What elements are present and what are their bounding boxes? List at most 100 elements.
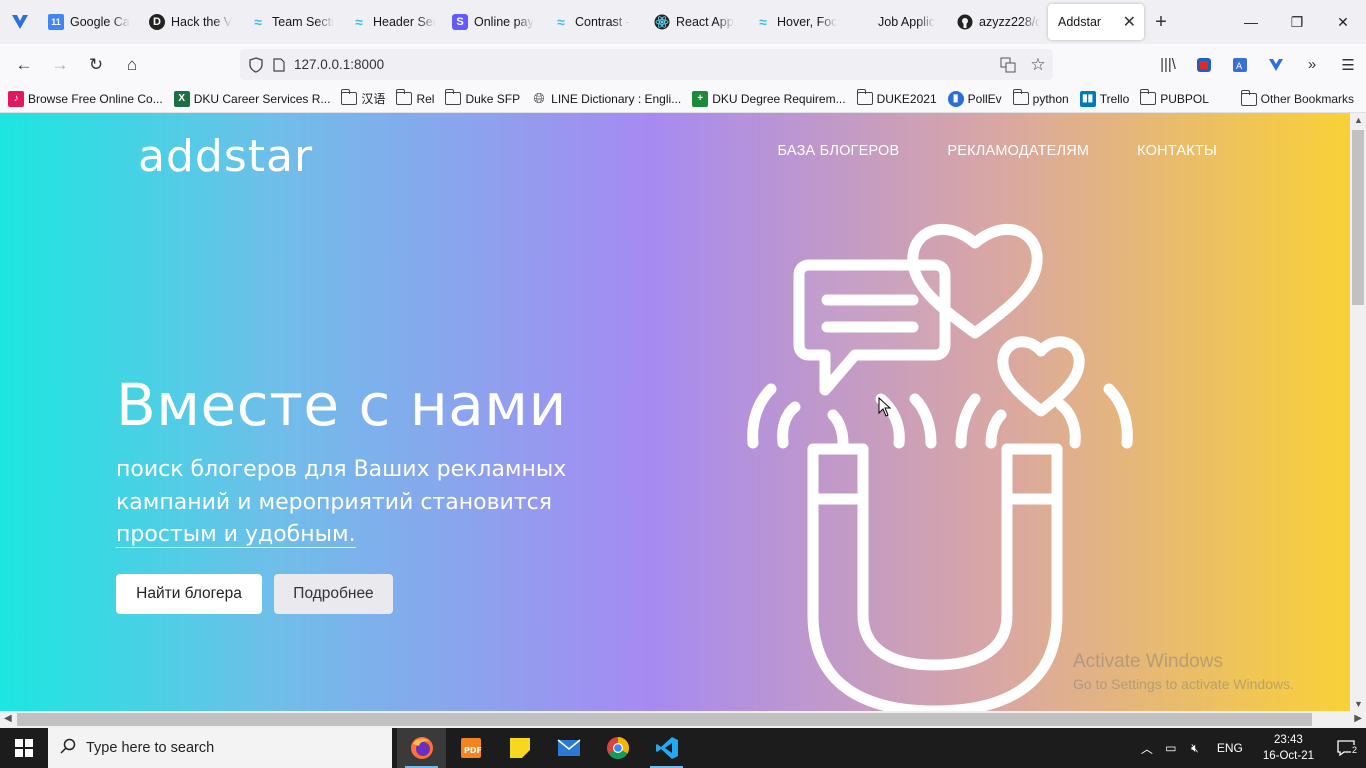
find-blogger-button[interactable]: Найти блогера: [116, 574, 262, 614]
back-arrow-icon[interactable]: ←: [6, 49, 42, 81]
tab-job-application[interactable]: Job Applic: [848, 0, 949, 44]
overflow-chevrons-icon[interactable]: »: [1294, 49, 1330, 81]
stripe-icon: S: [452, 14, 468, 30]
taskbar-chrome[interactable]: [593, 728, 642, 768]
bookmark-item[interactable]: X DKU Career Services R...: [173, 90, 330, 107]
bookmark-item[interactable]: ♪ Browse Free Online Co...: [8, 90, 163, 107]
tailwind-icon: ≈: [355, 14, 363, 30]
windows-taskbar: Type here to search PDF ︿ ▭ 🔇︎ ENG 23:43…: [0, 728, 1366, 768]
hero-subtitle-text: поиск блогеров для Ваших рекламных кампа…: [116, 457, 567, 515]
bookmark-item[interactable]: 🌐︎ LINE Dictionary : Engli...: [531, 90, 682, 107]
scrollbar-thumb[interactable]: [17, 713, 1312, 726]
library-icon[interactable]: |||\: [1150, 49, 1186, 81]
site-logo[interactable]: addstar: [138, 131, 313, 182]
new-tab-icon[interactable]: +: [1144, 0, 1178, 44]
scroll-right-icon[interactable]: ▶: [1354, 713, 1362, 724]
chevron-up-icon[interactable]: ︿: [1135, 740, 1159, 757]
navigation-toolbar: ← → ↻ ⌂ 127.0.0.1:8000 ☆ |||\ A » ☰: [0, 44, 1366, 85]
calendar-icon: 11: [48, 14, 64, 30]
tab-github[interactable]: azyzz228/d: [949, 0, 1048, 44]
bookmark-item[interactable]: ▮▮ Trello: [1079, 90, 1129, 107]
taskbar-vscode[interactable]: [642, 728, 691, 768]
folder-icon: [396, 89, 413, 105]
bookmark-item[interactable]: ▮ PollEv: [947, 90, 1002, 107]
tab-hover-focus[interactable]: ≈ Hover, Foc: [747, 0, 848, 44]
svg-text:A: A: [1236, 62, 1243, 72]
bookmark-star-icon[interactable]: ☆: [1023, 49, 1053, 80]
nav-link-bloggers[interactable]: БАЗА БЛОГЕРОВ: [777, 143, 899, 159]
address-bar[interactable]: 127.0.0.1:8000 ☆: [240, 49, 1053, 80]
taskbar-search[interactable]: Type here to search: [48, 728, 392, 768]
mail-icon: [557, 739, 580, 756]
scrollbar-thumb[interactable]: [1352, 130, 1364, 305]
bookmark-folder[interactable]: 汉语: [341, 89, 385, 107]
bookmark-folder[interactable]: DUKE2021: [856, 89, 937, 106]
tab-header-section[interactable]: ≈ Header Sec: [343, 0, 444, 44]
minimize-icon[interactable]: —: [1228, 0, 1274, 44]
chrome-icon: [606, 737, 629, 759]
close-tab-icon[interactable]: ✕: [1123, 12, 1136, 32]
horizontal-scrollbar[interactable]: ◀ ▶: [0, 711, 1366, 728]
home-icon[interactable]: ⌂: [114, 49, 150, 81]
clock[interactable]: 23:43 16-Oct-21: [1263, 732, 1314, 764]
folder-icon: [1140, 89, 1157, 105]
taskbar-firefox[interactable]: [397, 728, 446, 768]
bookmark-item[interactable]: + DKU Degree Requirem...: [692, 90, 846, 107]
tab-addstar[interactable]: Addstar ✕: [1048, 4, 1144, 40]
scroll-up-icon[interactable]: ▲: [1354, 115, 1363, 125]
tab-contrast[interactable]: ≈ Contrast -: [545, 0, 646, 44]
extension-v-icon[interactable]: [1258, 49, 1294, 81]
notifications-icon[interactable]: 2: [1326, 740, 1366, 756]
tab-team-section[interactable]: ≈ Team Secti: [242, 0, 343, 44]
globe-icon: 🌐︎: [533, 90, 545, 106]
bookmark-folder[interactable]: Rel: [396, 89, 434, 106]
battery-icon[interactable]: ▭: [1159, 741, 1183, 755]
windows-start-icon[interactable]: [0, 728, 48, 768]
shield-icon[interactable]: [240, 56, 272, 73]
tab-hack-the-v[interactable]: D Hack the V: [141, 0, 242, 44]
taskbar-mail[interactable]: [544, 728, 593, 768]
tab-list-icon[interactable]: [0, 0, 40, 44]
extension-pocket-icon[interactable]: [1186, 49, 1222, 81]
url-text[interactable]: 127.0.0.1:8000: [294, 57, 384, 72]
d-logo-icon: D: [149, 14, 165, 30]
page-info-icon[interactable]: [272, 57, 286, 72]
close-window-icon[interactable]: ✕: [1320, 0, 1366, 44]
reload-icon[interactable]: ↻: [78, 49, 114, 81]
speaker-muted-icon[interactable]: 🔇︎: [1183, 741, 1207, 756]
bookmark-folder[interactable]: Duke SFP: [445, 89, 520, 106]
translate-icon[interactable]: [993, 49, 1023, 80]
trello-icon: ▮▮: [1079, 90, 1096, 107]
windows-activation-watermark: Activate Windows Go to Settings to activ…: [1073, 651, 1294, 692]
react-icon: [654, 14, 670, 30]
github-icon: [957, 14, 973, 30]
bookmark-folder[interactable]: PUBPOL: [1140, 89, 1209, 106]
scroll-down-icon[interactable]: ▼: [1354, 699, 1363, 709]
hamburger-menu-icon[interactable]: ☰: [1330, 49, 1366, 81]
hero-title: Вместе с нами: [116, 371, 567, 439]
pollev-icon: ▮: [947, 90, 964, 107]
blank-page-icon: [856, 14, 872, 30]
forward-arrow-icon[interactable]: →: [42, 49, 78, 81]
music-note-icon: ♪: [8, 90, 24, 107]
nav-link-advertisers[interactable]: РЕКЛАМОДАТЕЛЯМ: [947, 143, 1089, 159]
sticky-notes-icon: [509, 738, 530, 758]
restore-icon[interactable]: ❐: [1274, 0, 1320, 44]
tab-react-app[interactable]: React App: [646, 0, 747, 44]
language-indicator[interactable]: ENG: [1217, 741, 1243, 755]
nav-link-contacts[interactable]: КОНТАКТЫ: [1137, 143, 1217, 159]
taskbar-sticky-notes[interactable]: [495, 728, 544, 768]
tab-google-calendar[interactable]: 11 Google Ca: [40, 0, 141, 44]
learn-more-button[interactable]: Подробнее: [274, 574, 393, 614]
tailwind-icon: ≈: [759, 14, 767, 30]
taskbar-pdf-reader[interactable]: PDF: [446, 728, 495, 768]
pdf-icon: PDF: [460, 738, 482, 758]
tab-online-pay[interactable]: S Online pay: [444, 0, 545, 44]
extension-translate-icon[interactable]: A: [1222, 49, 1258, 81]
scroll-left-icon[interactable]: ◀: [4, 713, 12, 724]
other-bookmarks[interactable]: Other Bookmarks: [1240, 85, 1354, 113]
vscode-icon: [655, 737, 678, 759]
vertical-scrollbar[interactable]: ▲ ▼: [1350, 113, 1366, 711]
svg-text:PDF: PDF: [464, 746, 482, 755]
bookmark-folder[interactable]: python: [1012, 89, 1069, 106]
